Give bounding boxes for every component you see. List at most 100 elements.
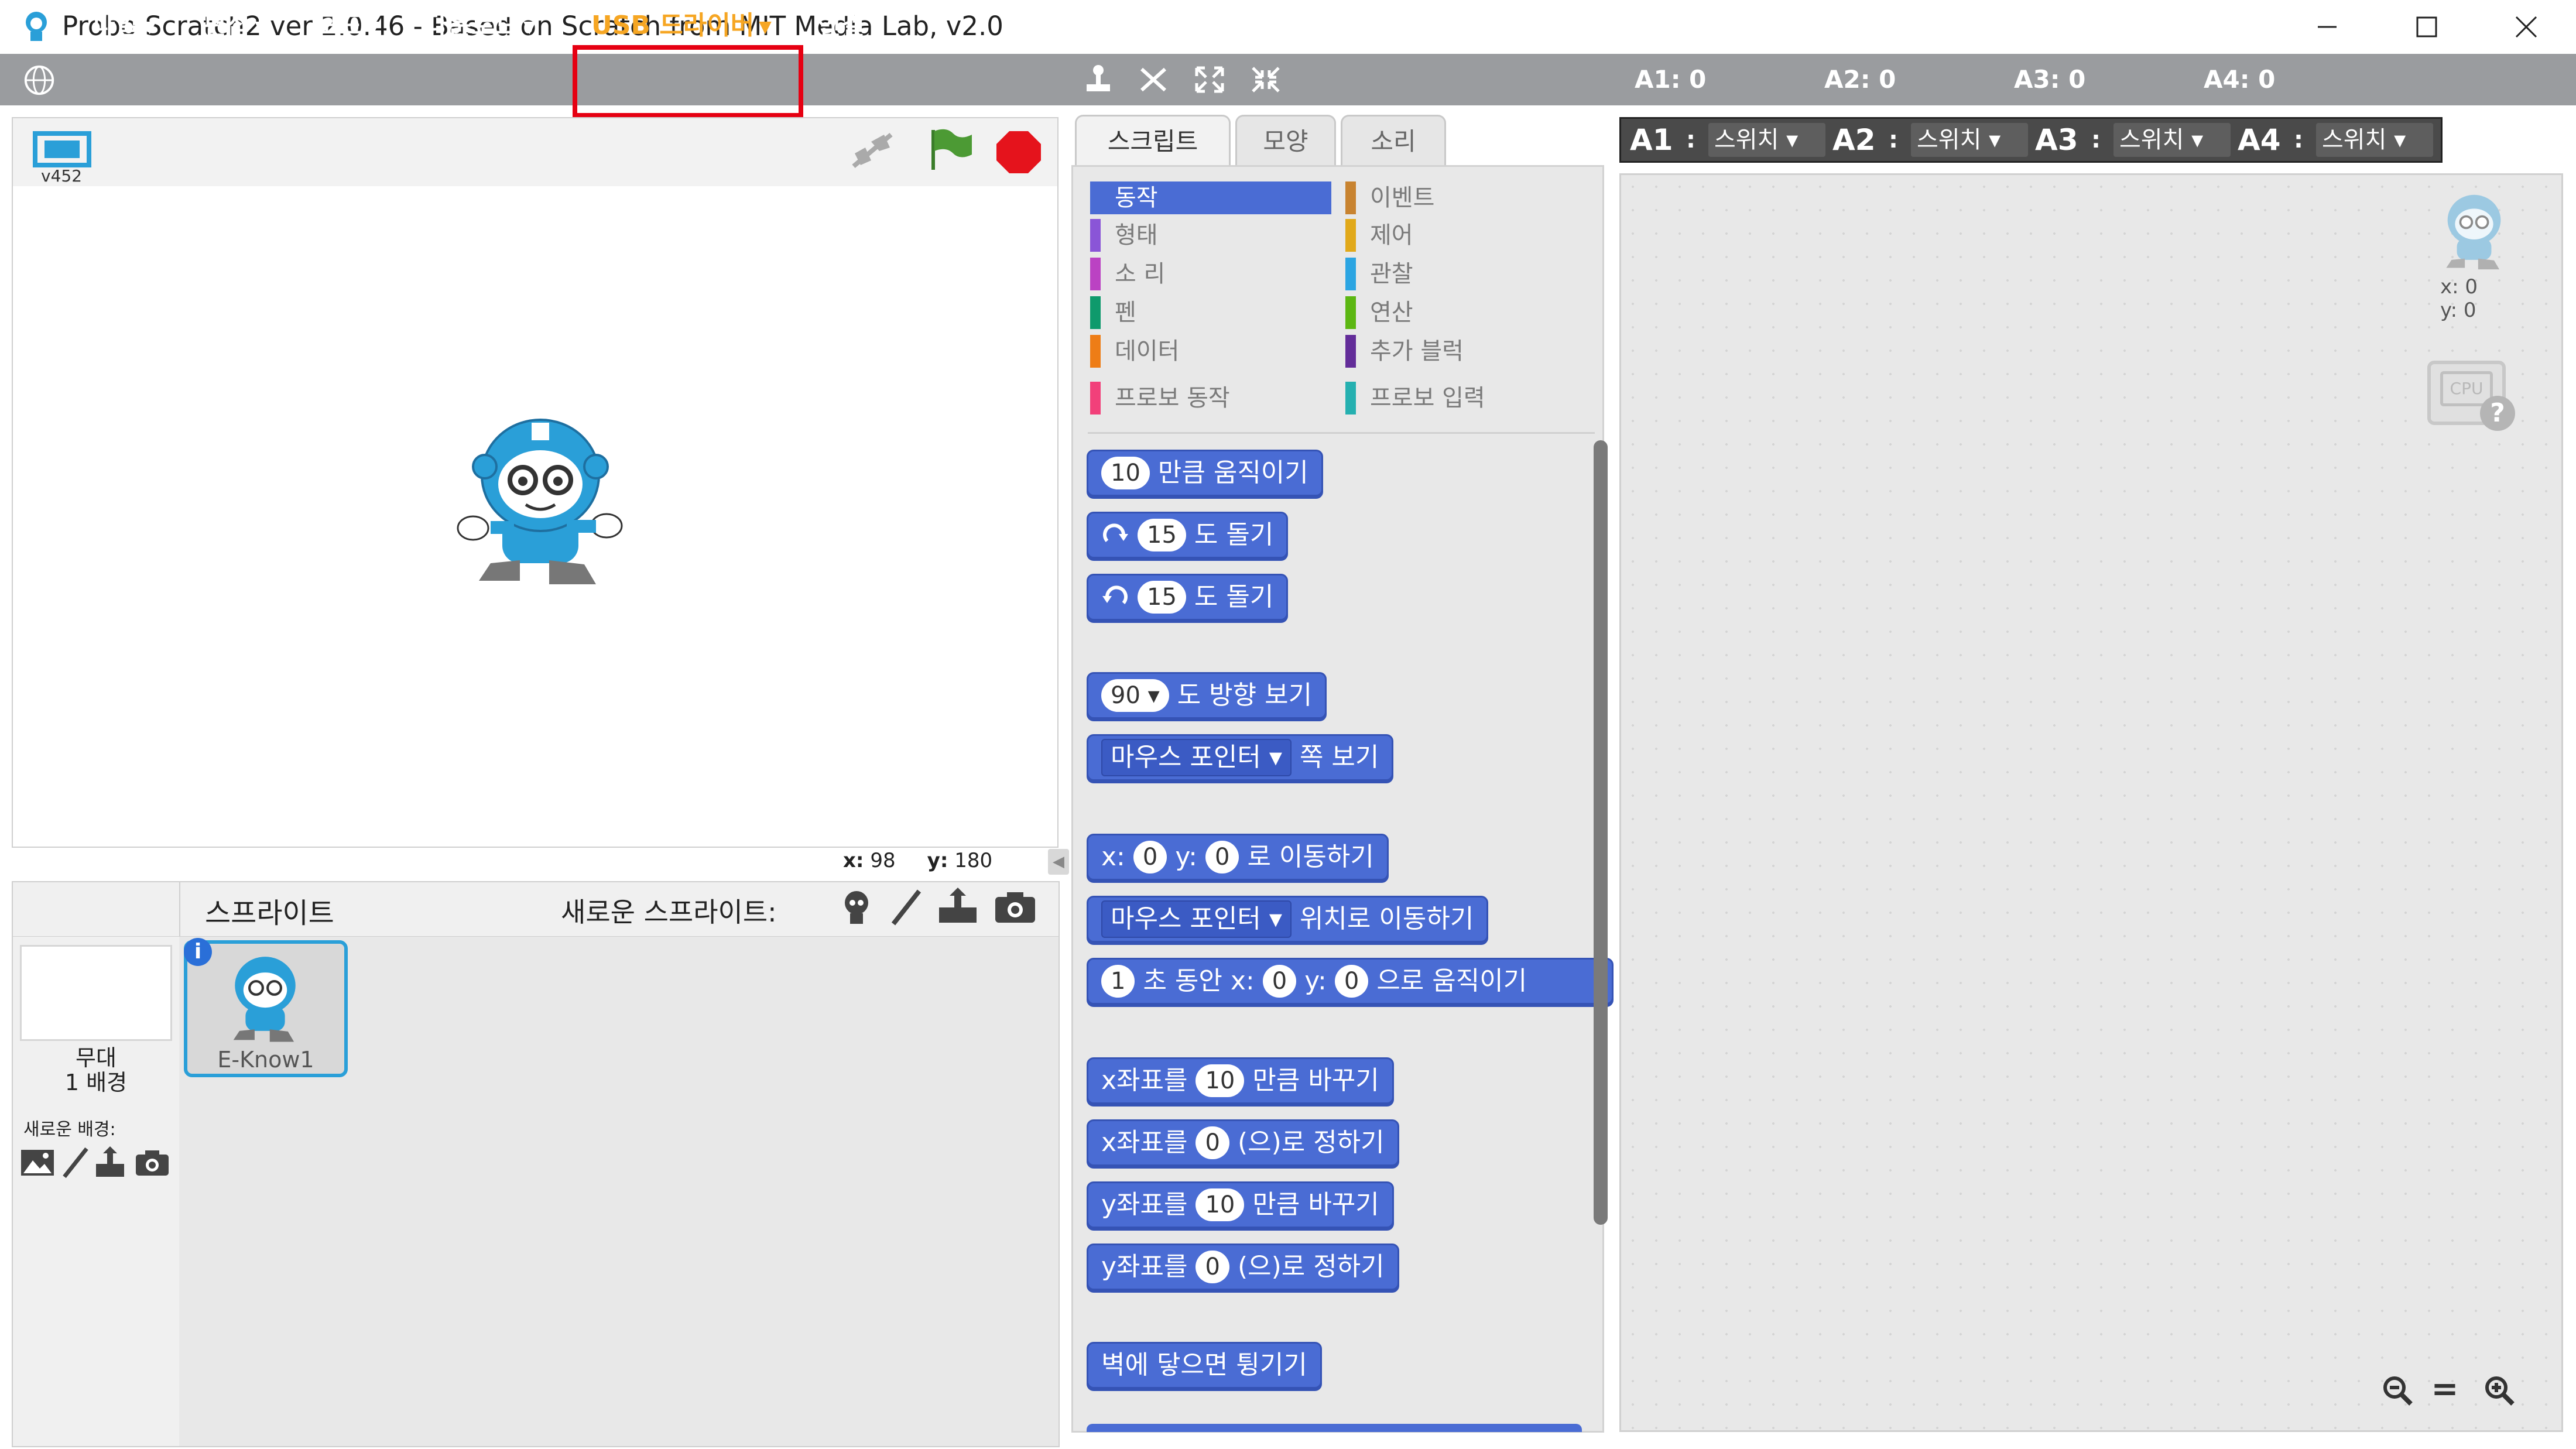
delete-cut-icon[interactable] <box>1136 63 1171 96</box>
block-point-in-direction[interactable]: 90 ▾ 도 방향 보기 <box>1087 672 1327 719</box>
category-looks[interactable]: 형태 <box>1090 219 1331 252</box>
category-probo-input[interactable]: 프로보 입력 <box>1345 382 1587 415</box>
camera-backdrop-icon[interactable] <box>135 1149 170 1177</box>
category-control[interactable]: 제어 <box>1345 219 1587 252</box>
sensor-a2-mode-dropdown[interactable]: 스위치 ▾ <box>1911 123 2028 157</box>
stage-canvas[interactable] <box>12 186 1059 848</box>
palette-scrollbar[interactable] <box>1594 440 1608 1225</box>
stop-sign-icon[interactable] <box>995 130 1042 174</box>
category-sensing[interactable]: 관찰 <box>1345 258 1587 290</box>
fullscreen-stage-icon[interactable] <box>32 130 93 169</box>
block-change-y[interactable]: y좌표를 10 만큼 바꾸기 <box>1087 1181 1394 1228</box>
maximize-button[interactable] <box>2377 0 2476 54</box>
sensor-a1-mode-dropdown[interactable]: 스위치 ▾ <box>1708 123 1825 157</box>
block-input[interactable]: 15 <box>1138 581 1186 614</box>
separator: : <box>2294 126 2303 153</box>
menu-edit[interactable]: 편집 ▼ <box>203 0 268 52</box>
menu-connect[interactable]: 연결 ▼ <box>817 0 882 52</box>
block-glide[interactable]: 1 초 동안 x: 0 y: 0 으로 움직이기 <box>1087 958 1614 1005</box>
block-label: (으)로 정하기 <box>1237 1128 1385 1157</box>
category-operators[interactable]: 연산 <box>1345 296 1587 329</box>
duplicate-stamp-icon[interactable] <box>1081 63 1116 96</box>
block-input[interactable]: 10 <box>1101 457 1150 489</box>
script-area[interactable] <box>1619 173 2563 1432</box>
block-point-towards[interactable]: 마우스 포인터 ▾ 쪽 보기 <box>1087 734 1394 781</box>
block-input[interactable]: 10 <box>1195 1064 1245 1097</box>
tab-costumes[interactable]: 모양 <box>1235 115 1336 165</box>
category-sound[interactable]: 소 리 <box>1090 258 1331 290</box>
help-icon[interactable]: ? <box>2480 396 2515 431</box>
sprite-info-icon[interactable]: i <box>184 938 212 966</box>
sensor-a3-mode-dropdown[interactable]: 스위치 ▾ <box>2113 123 2231 157</box>
category-probo-motion[interactable]: 프로보 동작 <box>1090 382 1331 415</box>
menu-download[interactable]: 다운로드 ▼ <box>424 0 536 52</box>
block-dropdown[interactable]: 마우스 포인터 ▾ <box>1101 739 1292 776</box>
block-input[interactable]: 0 <box>1195 1126 1229 1159</box>
camera-new-sprite-icon[interactable] <box>993 890 1037 925</box>
zoom-in-icon[interactable] <box>2482 1373 2516 1407</box>
block-go-to[interactable]: 마우스 포인터 ▾ 위치로 이동하기 <box>1087 896 1489 943</box>
block-input[interactable]: 0 <box>1205 841 1239 873</box>
minimize-button[interactable] <box>2277 0 2377 54</box>
block-input[interactable]: 0 <box>1334 965 1369 998</box>
menu-file[interactable]: 파일 ▼ <box>91 0 156 52</box>
category-pen[interactable]: 펜 <box>1090 296 1331 329</box>
category-swatch <box>1090 382 1101 415</box>
stage-thumbnail[interactable] <box>20 945 172 1041</box>
upload-sprite-icon[interactable] <box>936 888 980 926</box>
category-motion[interactable]: 동작 <box>1090 181 1331 214</box>
category-more-blocks[interactable]: 추가 블럭 <box>1345 335 1587 368</box>
separator: : <box>1686 126 1695 153</box>
usb-driver-highlight-box <box>573 45 803 118</box>
close-button[interactable] <box>2476 0 2576 54</box>
zoom-reset-icon[interactable]: = <box>2430 1370 2460 1409</box>
stage-version-label: v452 <box>41 166 83 186</box>
choose-sprite-from-library-icon[interactable] <box>836 888 877 926</box>
block-input[interactable]: 0 <box>1262 965 1297 998</box>
title-bar: Probo Scratch2 ver 2.0.46 - Based on Scr… <box>0 0 2576 54</box>
zoom-out-icon[interactable] <box>2380 1373 2414 1407</box>
block-input-dropdown[interactable]: 90 ▾ <box>1101 679 1169 712</box>
block-go-to-xy[interactable]: x: 0 y: 0 로 이동하기 <box>1087 834 1389 881</box>
block-input[interactable]: 0 <box>1195 1251 1229 1283</box>
turbo-disconnect-icon[interactable] <box>848 130 897 171</box>
category-events[interactable]: 이벤트 <box>1345 181 1587 214</box>
category-data[interactable]: 데이터 <box>1090 335 1331 368</box>
paint-new-sprite-icon[interactable] <box>889 888 924 926</box>
sensor-a2-readout: A2: 0 <box>1824 65 1896 94</box>
category-swatch <box>1345 382 1356 415</box>
block-input[interactable]: 15 <box>1138 519 1186 551</box>
chevron-down-icon: ▼ <box>523 17 536 36</box>
palette-divider <box>1088 432 1595 434</box>
menu-usb-driver[interactable]: USB 드라이버 ▼ <box>591 0 772 52</box>
block-input[interactable]: 0 <box>1133 841 1167 873</box>
paint-backdrop-icon[interactable] <box>61 1146 90 1179</box>
block-bounce-on-edge[interactable]: 벽에 닿으면 튕기기 <box>1087 1342 1322 1389</box>
shrink-icon[interactable] <box>1248 63 1283 96</box>
block-turn-clockwise[interactable]: 15 도 돌기 <box>1087 512 1289 559</box>
block-label: 쪽 보기 <box>1299 742 1379 772</box>
block-label: y좌표를 <box>1101 1190 1188 1220</box>
green-flag-icon[interactable] <box>926 126 975 172</box>
sensor-a4-mode-dropdown[interactable]: 스위치 ▾ <box>2316 123 2433 157</box>
block-dropdown[interactable]: 마우스 포인터 ▾ <box>1101 900 1292 938</box>
sensor-a1-label: A1 <box>1630 123 1673 157</box>
menu-bar <box>0 54 2576 105</box>
menu-mode[interactable]: 모드 ▼ <box>315 0 380 52</box>
upload-backdrop-icon[interactable] <box>94 1146 126 1178</box>
block-turn-counterclockwise[interactable]: 15 도 돌기 <box>1087 574 1289 621</box>
tab-sounds[interactable]: 소리 <box>1341 115 1446 165</box>
block-move-steps[interactable]: 10 만큼 움직이기 <box>1087 450 1323 496</box>
grow-icon[interactable] <box>1192 63 1227 96</box>
block-set-x[interactable]: x좌표를 0 (으)로 정하기 <box>1087 1119 1399 1166</box>
sprite-character-icon[interactable] <box>455 411 625 587</box>
block-set-y[interactable]: y좌표를 0 (으)로 정하기 <box>1087 1244 1399 1290</box>
block-change-x[interactable]: x좌표를 10 만큼 바꾸기 <box>1087 1057 1394 1104</box>
language-globe-icon[interactable] <box>21 63 57 97</box>
block-input[interactable]: 1 <box>1101 965 1135 998</box>
block-input[interactable]: 10 <box>1195 1188 1245 1221</box>
choose-backdrop-image-icon[interactable] <box>20 1147 55 1178</box>
tab-scripts[interactable]: 스크립트 <box>1075 115 1231 165</box>
category-swatch <box>1090 335 1101 368</box>
collapse-stage-icon[interactable]: ◀ <box>1048 849 1069 875</box>
